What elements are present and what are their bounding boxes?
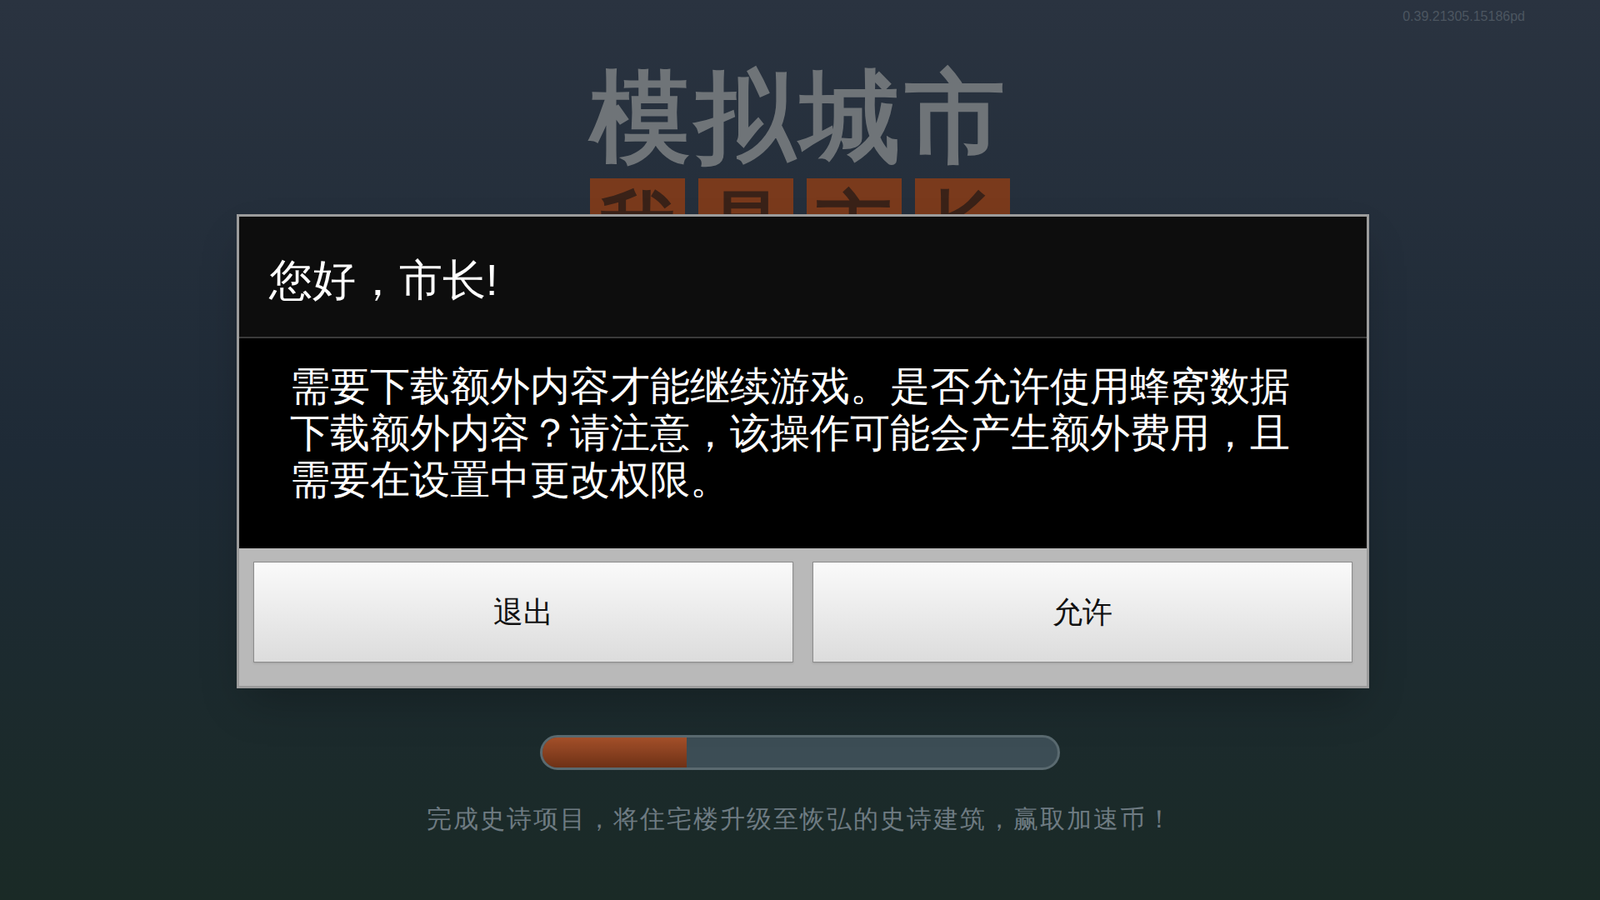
loading-tip: 完成史诗项目，将住宅楼升级至恢弘的史诗建筑，赢取加速币！ bbox=[426, 805, 1174, 834]
dialog-header: 您好，市长! bbox=[239, 216, 1367, 339]
loading-bar bbox=[540, 735, 1060, 770]
dialog-buttons: 退出允许 bbox=[239, 548, 1367, 686]
version-label: 0.39.21305.15186pd bbox=[1402, 6, 1525, 27]
dialog-title: 您好，市长! bbox=[269, 253, 1337, 307]
allow-button[interactable]: 允许 bbox=[812, 561, 1353, 663]
game-logo-title: 模拟城市 bbox=[590, 66, 1010, 167]
loading-bar-fill bbox=[542, 737, 687, 768]
dialog-message: 需要下载额外内容才能继续游戏。是否允许使用蜂窝数据下载额外内容？请注意，该操作可… bbox=[290, 363, 1316, 504]
dialog-body: 需要下载额外内容才能继续游戏。是否允许使用蜂窝数据下载额外内容？请注意，该操作可… bbox=[239, 338, 1367, 549]
exit-button[interactable]: 退出 bbox=[253, 561, 794, 663]
permission-dialog: 您好，市长! 需要下载额外内容才能继续游戏。是否允许使用蜂窝数据下载额外内容？请注… bbox=[236, 214, 1370, 689]
